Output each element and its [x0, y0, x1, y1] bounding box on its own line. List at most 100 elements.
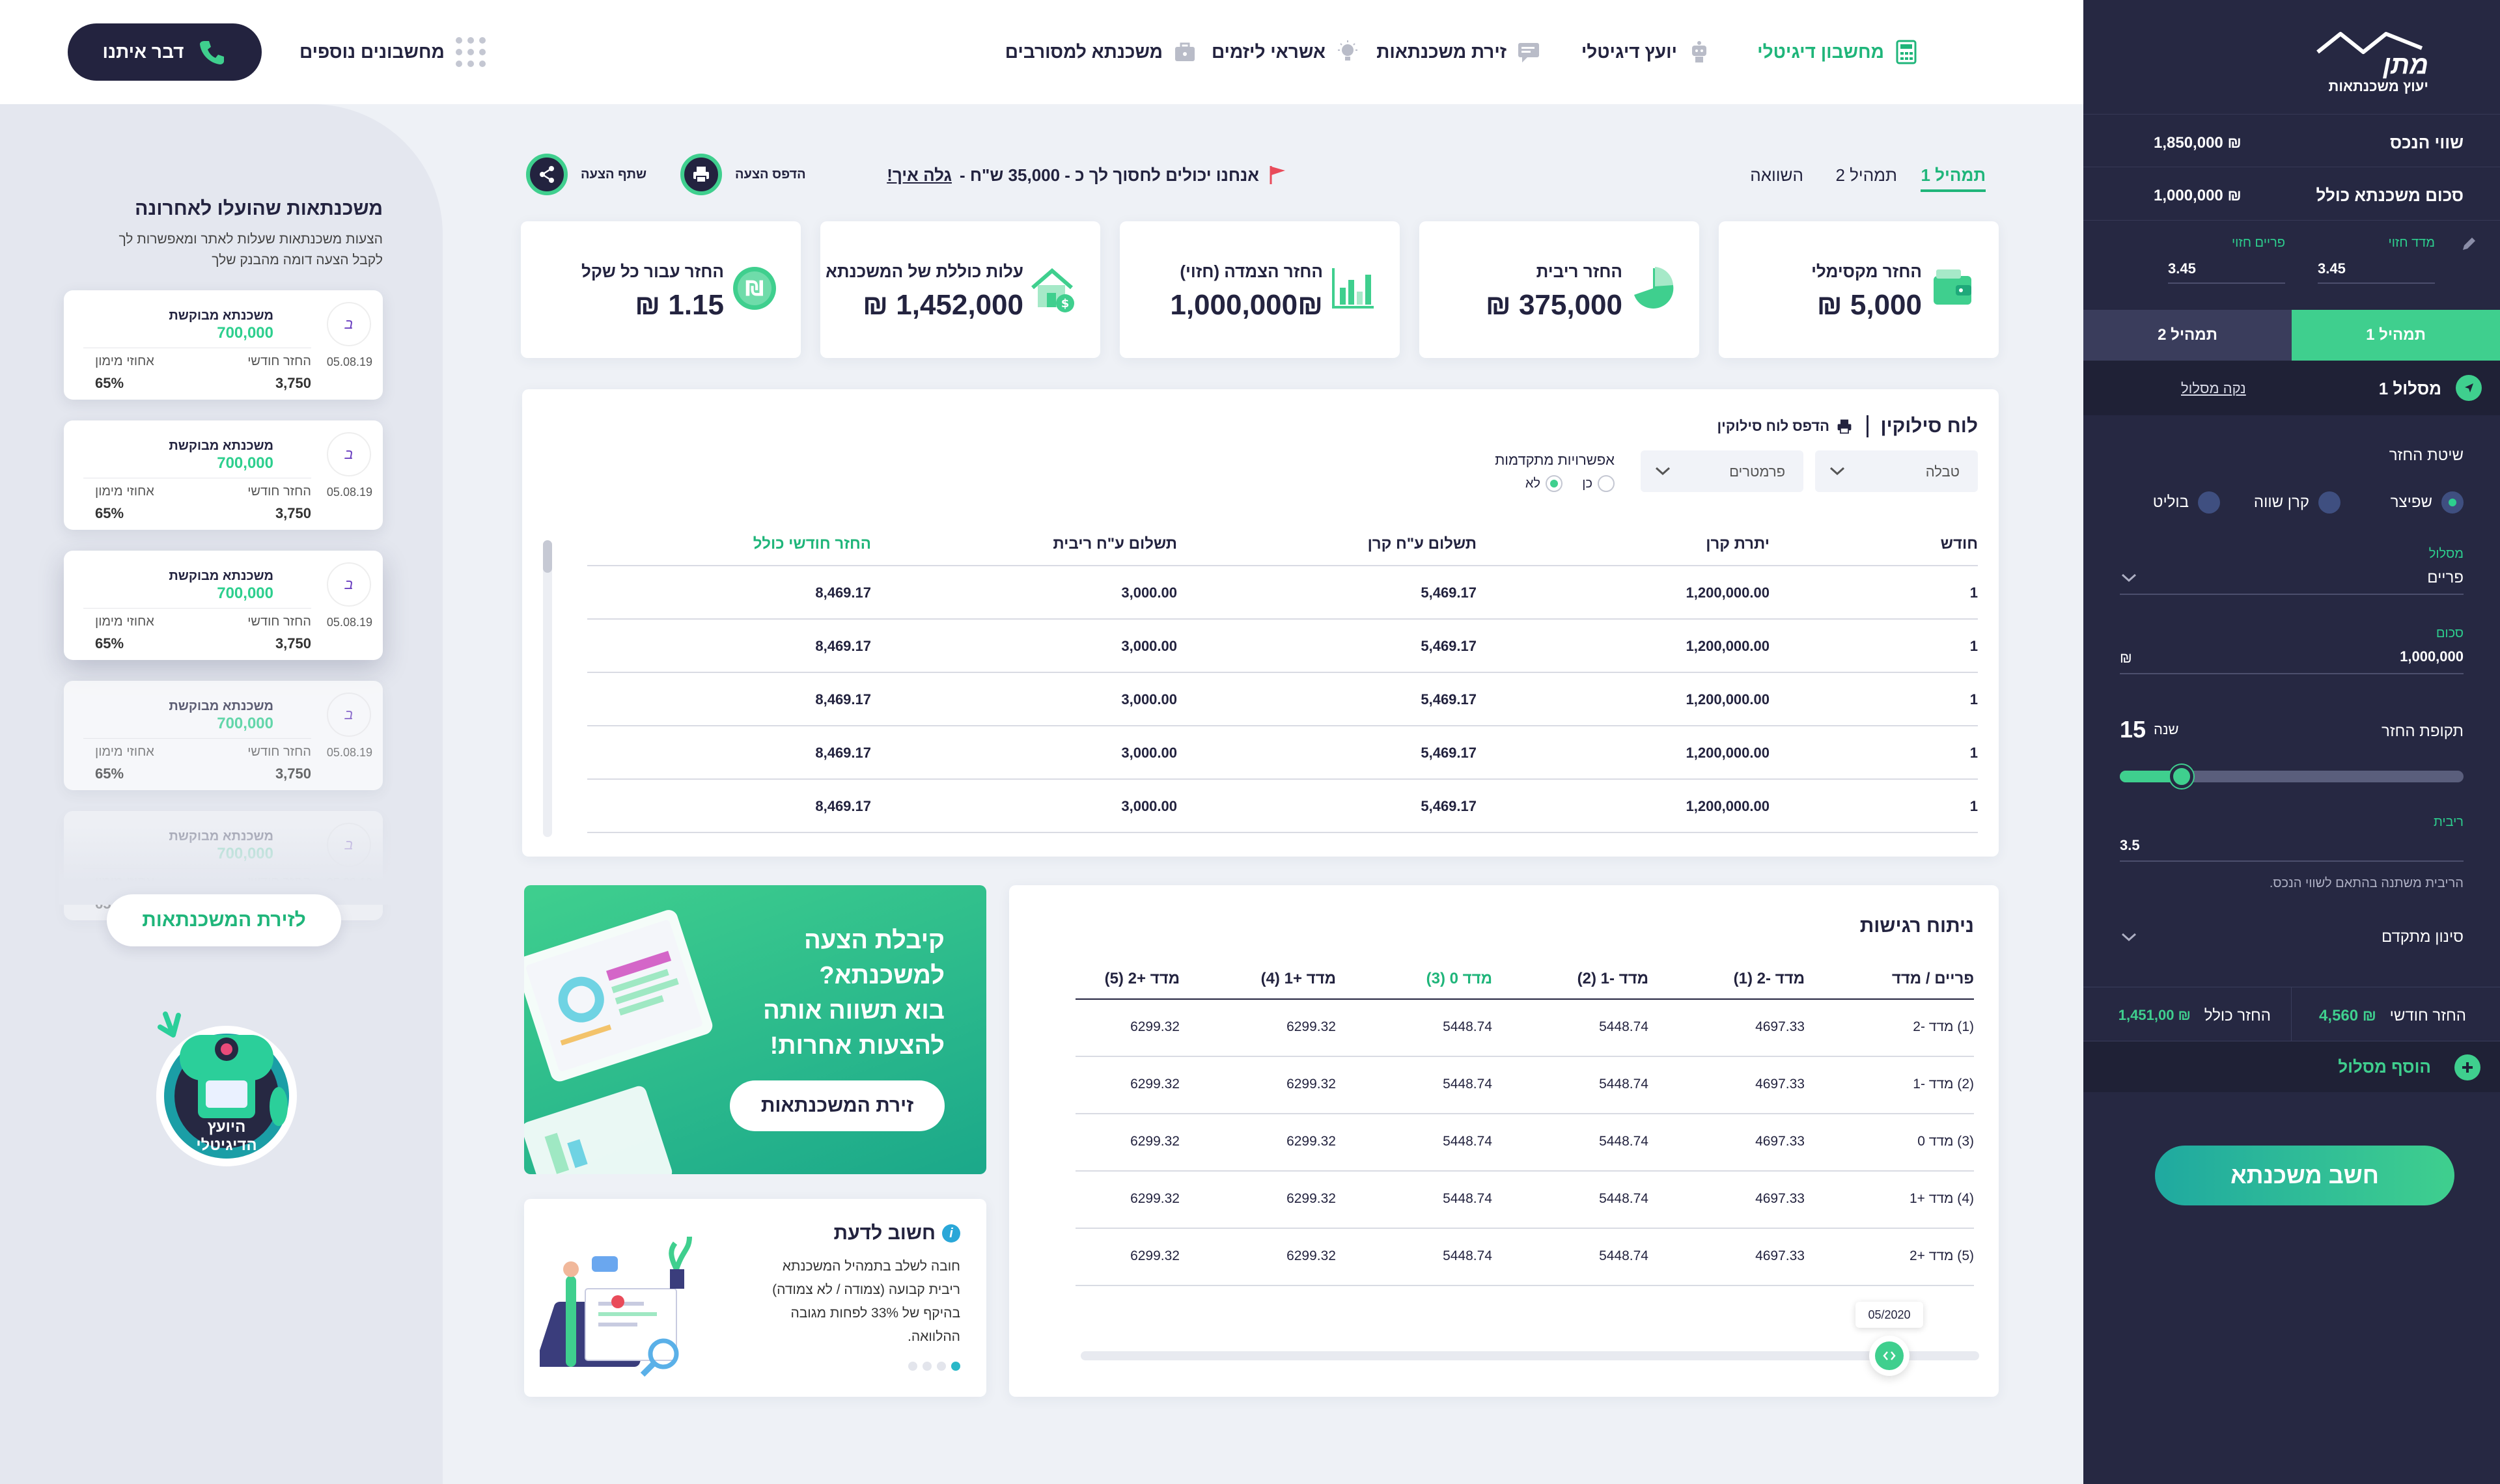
- period-slider-knob[interactable]: [2170, 765, 2194, 788]
- total-label: החזר כולל: [2204, 1007, 2271, 1024]
- nav-mortgage-arena-label: זירת משכנתאות: [1376, 42, 1507, 62]
- info-icon: i: [942, 1224, 960, 1243]
- printer-icon: [1837, 419, 1852, 434]
- savings-promo-link[interactable]: גלה איך!: [887, 165, 952, 186]
- tab-mix-1[interactable]: תמהיל 1: [1921, 165, 1986, 192]
- radio-equal-principal-dot[interactable]: [2318, 491, 2340, 514]
- table-cell: 5448.74: [1443, 1134, 1492, 1149]
- track-select[interactable]: פריים: [2120, 562, 2464, 595]
- table-cell: 6299.32: [1286, 1248, 1336, 1263]
- card-monthly: 3,750: [275, 765, 311, 782]
- radio-dot-selected[interactable]: [1546, 475, 1562, 492]
- nav-refused-mortgage[interactable]: משכנתא למסורבים: [1005, 36, 1198, 68]
- period-slider[interactable]: [2120, 765, 2464, 788]
- banner-line: למשכנתא?: [819, 962, 945, 989]
- table-scrollbar[interactable]: [543, 540, 552, 837]
- table-cell: 1,200,000.00: [1686, 798, 1770, 814]
- advanced-no-radio[interactable]: לא: [1525, 475, 1562, 492]
- table-cell: 8,469.17: [815, 745, 871, 761]
- nav-mortgage-arena[interactable]: זירת משכנתאות: [1376, 36, 1542, 68]
- property-value[interactable]: ₪ 1,850,000: [2154, 134, 2242, 152]
- recent-mortgages-title: משכנתאות שהועלו לאחרונה: [135, 198, 383, 219]
- radio-equal-principal[interactable]: קרן שווה: [2254, 491, 2340, 514]
- go-to-arena-button[interactable]: לזירת המשכנתאות: [107, 894, 341, 946]
- recent-mortgage-card[interactable]: במשכנתא מבוקשת700,00005.08.19החזר חודשיא…: [64, 551, 383, 660]
- pencil-icon[interactable]: [2460, 236, 2477, 253]
- radio-spitzer[interactable]: שפיצר: [2391, 491, 2464, 514]
- nav-digital-calculator[interactable]: מחשבון דיגיטלי: [1757, 36, 1919, 68]
- house-dollar-icon: $: [1029, 266, 1077, 314]
- date-slider-knob[interactable]: [1869, 1336, 1910, 1376]
- card-ltv: 65%: [95, 635, 124, 652]
- advanced-yes-radio[interactable]: כן: [1582, 475, 1615, 492]
- advanced-filter-toggle[interactable]: סינון מתקדם: [2120, 922, 2464, 954]
- currency-icon: ₪: [2120, 650, 2132, 666]
- phone-icon: [200, 41, 225, 64]
- tip-line: חובה לשלב בתמהיל המשכנתא: [782, 1259, 960, 1274]
- document-review-illustration-icon: [540, 1236, 692, 1377]
- advisor-line: הדיגיטלי: [196, 1136, 257, 1154]
- card-monthly-label: החזר חודשי: [247, 614, 311, 629]
- radio-dot[interactable]: [1598, 475, 1615, 492]
- amount-input[interactable]: 1,000,000 ₪: [2120, 642, 2464, 674]
- card-ltv-label: אחוזי מימון: [95, 745, 154, 759]
- madad-input[interactable]: 3.45: [2318, 255, 2435, 284]
- pagination-dot[interactable]: [908, 1362, 917, 1371]
- recent-mortgage-card[interactable]: במשכנתא מבוקשת700,00005.08.19החזר חודשיא…: [64, 681, 383, 790]
- tip-title: חשוב לדעת: [833, 1222, 936, 1244]
- view-select[interactable]: טבלה: [1815, 450, 1978, 492]
- clear-track-link[interactable]: נקה מסלול: [2181, 380, 2246, 397]
- chevron-down-icon: [2121, 573, 2137, 583]
- chevron-down-icon: [1829, 467, 1845, 476]
- sidebar-tab-mix-2[interactable]: תמהיל 2: [2083, 310, 2292, 361]
- prime-input[interactable]: 3.45: [2168, 255, 2285, 284]
- kpi-interest-repayment: החזר ריבית 375,000 ₪: [1419, 221, 1699, 358]
- mortgage-arena-button[interactable]: זירת המשכנתאות: [730, 1080, 945, 1131]
- more-calculators-menu[interactable]: מחשבונים נוספים: [299, 36, 488, 68]
- tip-text: חובה לשלב בתמהיל המשכנתא ריבית קבועה (צמ…: [772, 1255, 960, 1349]
- print-amortization-button[interactable]: הדפס לוח סילוקין: [1717, 418, 1853, 435]
- radio-bullet-dot[interactable]: [2198, 491, 2220, 514]
- params-select[interactable]: פרמטרים: [1641, 450, 1803, 492]
- track-arrow-icon[interactable]: [2456, 375, 2482, 401]
- period-value: 15: [2120, 716, 2146, 743]
- column-header: מדד 0 (3): [1426, 970, 1492, 987]
- recent-mortgage-card[interactable]: במשכנתא מבוקשת700,00005.08.19החזר חודשיא…: [64, 420, 383, 530]
- pagination-dot[interactable]: [951, 1362, 960, 1371]
- nav-digital-advisor-label: יועץ דיגיטלי: [1581, 42, 1677, 62]
- date-slider[interactable]: 05/2020: [1081, 1302, 1979, 1376]
- banner-line: בוא תשווה אותה: [763, 997, 945, 1024]
- tab-compare[interactable]: השוואה: [1750, 165, 1803, 186]
- amount-value: 1,000,000: [2400, 648, 2464, 665]
- chevron-down-icon: [1655, 467, 1671, 476]
- print-offer-button[interactable]: הדפס הצעה: [680, 154, 806, 195]
- nav-developer-credit[interactable]: אשראי ליזמים: [1212, 36, 1361, 68]
- recent-mortgage-card[interactable]: במשכנתא מבוקשת700,00005.08.19החזר חודשיא…: [64, 290, 383, 400]
- brand-logo[interactable]: מתן יעוץ משכנתאות: [2298, 26, 2428, 94]
- pagination-dot[interactable]: [923, 1362, 932, 1371]
- sidebar-tab-mix-1[interactable]: תמהיל 1: [2292, 310, 2500, 361]
- share-offer-button[interactable]: שתף הצעה: [526, 154, 646, 195]
- interest-input[interactable]: 3.5: [2120, 829, 2464, 862]
- table-cell: 3,000.00: [1121, 638, 1177, 654]
- svg-text:₪: ₪: [745, 276, 764, 301]
- contact-us-button[interactable]: דבר איתנו: [68, 23, 262, 81]
- nav-refused-mortgage-label: משכנתא למסורבים: [1005, 42, 1163, 62]
- nav-digital-advisor[interactable]: יועץ דיגיטלי: [1581, 36, 1712, 68]
- radio-spitzer-dot[interactable]: [2441, 491, 2464, 514]
- shekel-icon: ₪: [732, 266, 777, 311]
- kpi-indexation-repayment: החזר הצמדה (חזוי) 1,000,000₪: [1120, 221, 1400, 358]
- pagination-dot[interactable]: [937, 1362, 946, 1371]
- tab-mix-2[interactable]: תמהיל 2: [1835, 165, 1897, 186]
- tip-pagination[interactable]: [908, 1362, 960, 1371]
- column-header: פריים / מדד: [1891, 970, 1974, 987]
- tip-line: בהיקף של 33% לפחות מגובה: [790, 1306, 960, 1321]
- radio-bullet[interactable]: בוליט: [2153, 491, 2220, 514]
- calculate-mortgage-button[interactable]: חשב משכנתא: [2155, 1146, 2454, 1205]
- add-track-row[interactable]: הוסף מסלול: [2083, 1041, 2500, 1092]
- digital-advisor-badge[interactable]: היועץ הדיגיטלי: [147, 1009, 306, 1168]
- table-cell: 6299.32: [1130, 1248, 1180, 1263]
- total-mortgage-value[interactable]: ₪ 1,000,000: [2154, 187, 2242, 205]
- sidebar: מתן יעוץ משכנתאות שווי הנכס ₪ 1,850,000 …: [2083, 0, 2500, 1484]
- kpi-value: 375,000 ₪: [1485, 289, 1622, 321]
